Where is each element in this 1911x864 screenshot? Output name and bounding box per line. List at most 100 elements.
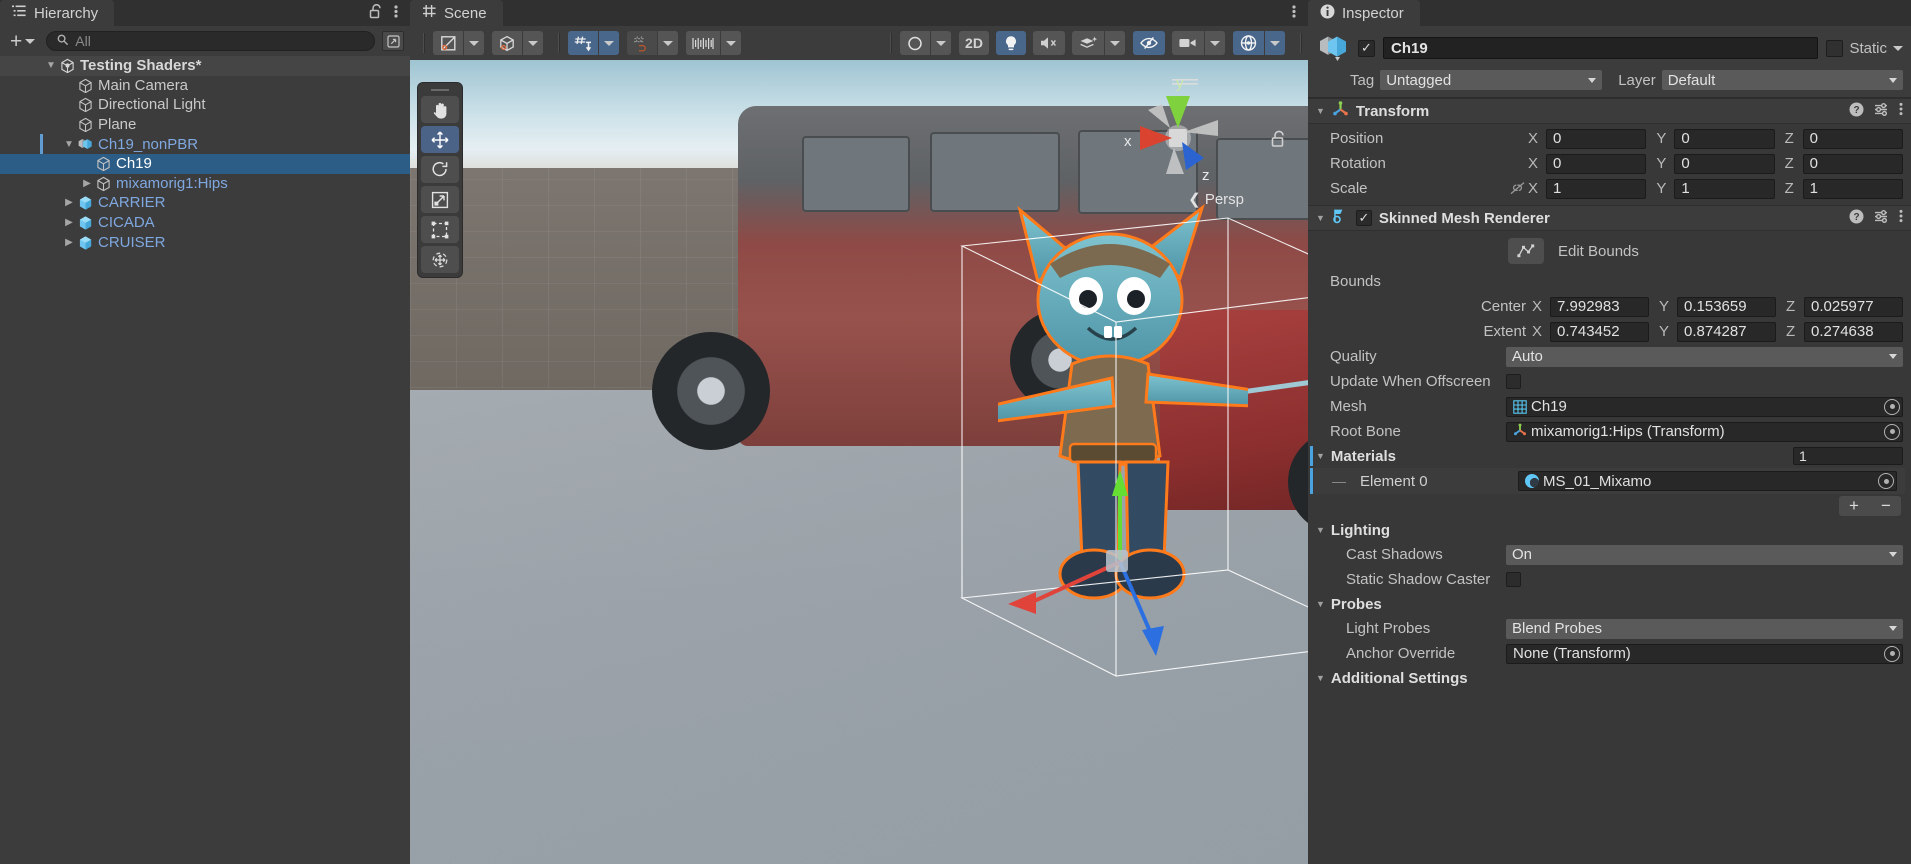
scale-constrain-proportions-icon[interactable]	[1506, 181, 1528, 196]
scene-view-camera-icon[interactable]	[900, 31, 930, 55]
position-y-input[interactable]: 0	[1674, 128, 1775, 149]
additional-settings-foldout-icon[interactable]: ▼	[1316, 673, 1325, 683]
kebab-menu-icon[interactable]	[1899, 209, 1903, 227]
toggle-2d-button[interactable]: 2D	[959, 31, 989, 55]
bounds-extent-z-input[interactable]: 0.274638	[1804, 321, 1903, 342]
hierarchy-expand-button[interactable]	[382, 31, 404, 51]
edit-bounds-button[interactable]	[1508, 238, 1544, 264]
chevron-right-icon[interactable]	[62, 217, 76, 228]
help-icon[interactable]: ?	[1849, 209, 1864, 228]
hierarchy-item-main-camera[interactable]: Main Camera	[0, 76, 410, 96]
gameobject-name-field[interactable]: Ch19	[1383, 37, 1819, 59]
hierarchy-item-cicada[interactable]: CICADA	[0, 213, 410, 233]
update-when-offscreen-checkbox[interactable]	[1506, 374, 1521, 389]
tab-hierarchy[interactable]: Hierarchy	[0, 0, 115, 26]
bounds-center-x-input[interactable]: 7.992983	[1550, 296, 1649, 317]
palette-drag-handle[interactable]	[421, 87, 459, 93]
mesh-object-picker-icon[interactable]	[1884, 398, 1900, 415]
skinned-mesh-renderer-header[interactable]: ▼ ✓ Skinned Mesh Renderer ?	[1308, 205, 1911, 231]
rect-tool[interactable]	[421, 216, 459, 243]
chevron-down-icon[interactable]	[62, 139, 76, 150]
transform-tool[interactable]	[421, 246, 459, 273]
light-probes-dropdown[interactable]: Blend Probes	[1506, 618, 1903, 639]
hierarchy-item-testing-shaders[interactable]: Testing Shaders*	[0, 56, 410, 76]
hierarchy-item-mixamorig1-hips[interactable]: mixamorig1:Hips	[0, 174, 410, 194]
material-element-object-field[interactable]: MS_01_Mixamo	[1518, 471, 1897, 491]
tag-dropdown[interactable]: Untagged	[1380, 70, 1603, 90]
chevron-right-icon[interactable]	[62, 237, 76, 248]
lighting-foldout-icon[interactable]: ▼	[1316, 525, 1325, 535]
kebab-menu-icon[interactable]	[394, 4, 398, 23]
scale-tool[interactable]	[421, 186, 459, 213]
scene-view-camera-dropdown[interactable]	[931, 31, 951, 55]
hierarchy-search-input[interactable]: All	[46, 31, 375, 51]
grid-visibility-icon[interactable]	[568, 31, 598, 55]
grid-visibility-dropdown[interactable]	[599, 31, 619, 55]
scale-x-input[interactable]: 1	[1546, 178, 1647, 199]
camera-overlay-icon[interactable]	[1172, 31, 1204, 55]
scene-audio-icon[interactable]	[1033, 31, 1065, 55]
probes-foldout-icon[interactable]: ▼	[1316, 599, 1325, 609]
smr-enabled-checkbox[interactable]: ✓	[1355, 210, 1372, 226]
shading-mode-icon[interactable]	[492, 31, 522, 55]
materials-section-header[interactable]: ▼ Materials 1	[1308, 444, 1911, 468]
hand-tool[interactable]	[421, 96, 459, 123]
help-icon[interactable]: ?	[1849, 102, 1864, 121]
scene-orientation-gizmo[interactable]: y x z	[1114, 70, 1242, 198]
lighting-section-header[interactable]: ▼ Lighting	[1308, 518, 1911, 542]
smr-foldout-icon[interactable]: ▼	[1316, 213, 1325, 223]
root-bone-object-field[interactable]: mixamorig1:Hips (Transform)	[1506, 421, 1903, 442]
materials-foldout-icon[interactable]: ▼	[1316, 451, 1325, 461]
gameobject-enabled-checkbox[interactable]: ✓	[1358, 39, 1375, 57]
chevron-down-icon[interactable]	[44, 60, 58, 71]
shading-mode-dropdown[interactable]	[523, 31, 543, 55]
bounds-extent-y-input[interactable]: 0.874287	[1677, 321, 1776, 342]
chevron-right-icon[interactable]	[80, 178, 94, 189]
anchor-override-object-field[interactable]: None (Transform)	[1506, 643, 1903, 664]
rotation-y-input[interactable]: 0	[1674, 153, 1775, 174]
material-object-picker-icon[interactable]	[1878, 473, 1894, 489]
hierarchy-item-cruiser[interactable]: CRUISER	[0, 232, 410, 252]
tab-inspector[interactable]: Inspector	[1308, 0, 1420, 26]
create-gameobject-button[interactable]: +	[6, 31, 39, 52]
increment-snap-dropdown[interactable]	[721, 31, 741, 55]
scene-fx-icon[interactable]	[1072, 31, 1104, 55]
lock-open-icon[interactable]	[369, 3, 382, 23]
hierarchy-item-ch19-nonpbr[interactable]: Ch19_nonPBR	[0, 134, 410, 154]
gizmos-dropdown[interactable]	[1265, 31, 1285, 55]
root-bone-object-picker-icon[interactable]	[1884, 423, 1900, 440]
bounds-extent-x-input[interactable]: 0.743452	[1550, 321, 1649, 342]
move-tool[interactable]	[421, 126, 459, 153]
transform-component-header[interactable]: ▼ Transform ?	[1308, 98, 1911, 124]
hierarchy-item-carrier[interactable]: CARRIER	[0, 193, 410, 213]
scale-z-input[interactable]: 1	[1802, 178, 1903, 199]
drag-handle-icon[interactable]: —	[1322, 473, 1352, 489]
cast-shadows-dropdown[interactable]: On	[1506, 544, 1903, 565]
preset-icon[interactable]	[1874, 209, 1889, 228]
scale-y-input[interactable]: 1	[1674, 178, 1775, 199]
remove-material-button[interactable]: −	[1871, 496, 1901, 516]
materials-count-input[interactable]: 1	[1793, 447, 1903, 465]
hierarchy-tree[interactable]: Testing Shaders*Main Camera Directional L…	[0, 56, 410, 864]
layer-dropdown[interactable]: Default	[1661, 70, 1903, 90]
scene-projection-label[interactable]: ❮ Persp	[1188, 190, 1244, 208]
increment-snap-icon[interactable]	[686, 31, 720, 55]
hierarchy-item-plane[interactable]: Plane	[0, 115, 410, 135]
kebab-menu-icon[interactable]	[1292, 4, 1296, 23]
mesh-object-field[interactable]: Ch19	[1506, 396, 1903, 417]
position-z-input[interactable]: 0	[1802, 128, 1903, 149]
quality-dropdown[interactable]: Auto	[1506, 346, 1903, 367]
gizmo-lock-icon[interactable]	[1270, 130, 1286, 152]
draw-mode-dropdown[interactable]	[464, 31, 484, 55]
static-dropdown-icon[interactable]	[1893, 45, 1903, 51]
additional-settings-section-header[interactable]: ▼ Additional Settings	[1308, 666, 1911, 690]
bounds-center-y-input[interactable]: 0.153659	[1677, 296, 1776, 317]
rotation-x-input[interactable]: 0	[1546, 153, 1647, 174]
rotate-tool[interactable]	[421, 156, 459, 183]
grid-snap-icon[interactable]	[627, 31, 657, 55]
anchor-override-object-picker-icon[interactable]	[1884, 645, 1900, 662]
hidden-objects-icon[interactable]	[1133, 31, 1165, 55]
bounds-center-z-input[interactable]: 0.025977	[1804, 296, 1903, 317]
gizmos-toggle-icon[interactable]	[1233, 31, 1264, 55]
transform-foldout-icon[interactable]: ▼	[1316, 106, 1325, 116]
